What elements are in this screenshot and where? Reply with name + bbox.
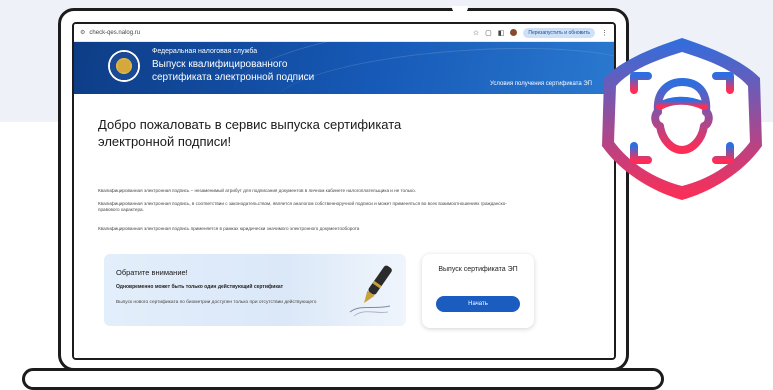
- fns-emblem-icon[interactable]: [108, 50, 140, 82]
- page-title: Добро пожаловать в сервис выпуска сертиф…: [98, 117, 402, 149]
- conditions-link[interactable]: Условия получения сертификата ЭП: [490, 81, 592, 87]
- laptop-notch: [452, 6, 468, 12]
- card-title: Выпуск сертификата ЭП: [438, 266, 518, 273]
- sidepanel-icon[interactable]: ◧: [498, 29, 505, 37]
- fountain-pen-icon: [349, 265, 392, 317]
- intro-paragraph-3: Квалифицированная электронная подпись пр…: [98, 226, 360, 231]
- intro-paragraph-1: Квалифицированная электронная подпись – …: [98, 188, 416, 193]
- address-bar[interactable]: check-qes.nalog.ru: [89, 30, 140, 36]
- site-header: Федеральная налоговая служба Выпуск квал…: [74, 42, 614, 94]
- star-icon[interactable]: ☆: [473, 29, 479, 37]
- intro-paragraph-2: Квалифицированная электронная подпись, в…: [98, 201, 507, 212]
- site-info-icon[interactable]: ⚙: [80, 29, 85, 36]
- notice-banner: Обратите внимание! Одновременно может бы…: [104, 254, 406, 326]
- notice-line-1: Одновременно может быть только один дейс…: [116, 284, 284, 290]
- face-id-icon: [602, 38, 762, 200]
- org-name: Федеральная налоговая служба: [152, 48, 258, 55]
- notice-line-2: Выпуск нового сертификата по биометрии д…: [116, 300, 317, 305]
- avatar[interactable]: [510, 29, 518, 36]
- browser-toolbar: ⚙ check-qes.nalog.ru ☆ ▢ ◧ Перезапустить…: [74, 24, 614, 42]
- start-button[interactable]: Начать: [436, 296, 520, 312]
- notice-title: Обратите внимание!: [116, 268, 188, 277]
- site-title-line1: Выпуск квалифицированного: [152, 59, 288, 70]
- laptop-base: [22, 368, 664, 390]
- toolbar-actions: ☆ ▢ ◧ Перезапустить и обновить ⋮: [473, 27, 608, 38]
- main-content: Добро пожаловать в сервис выпуска сертиф…: [74, 94, 614, 358]
- extensions-icon[interactable]: ▢: [485, 29, 492, 37]
- issue-certificate-card: Выпуск сертификата ЭП Начать: [422, 254, 534, 328]
- site-title-line2: сертификата электронной подписи: [152, 72, 315, 83]
- browser-window: ⚙ check-qes.nalog.ru ☆ ▢ ◧ Перезапустить…: [72, 22, 616, 360]
- relaunch-button[interactable]: Перезапустить и обновить: [523, 27, 595, 38]
